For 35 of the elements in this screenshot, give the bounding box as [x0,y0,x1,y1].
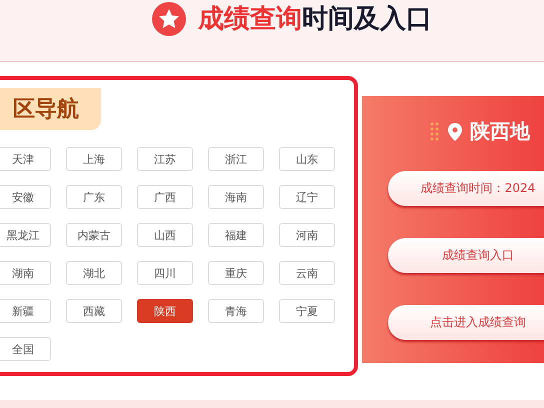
panel-title: 区导航 [0,88,101,130]
region-button[interactable]: 黑龙江 [0,223,51,247]
region-button[interactable]: 湖南 [0,261,51,285]
region-button[interactable]: 重庆 [208,261,264,285]
region-button[interactable]: 浙江 [208,147,264,171]
region-title: 陕西地 [470,118,530,145]
region-button[interactable]: 云南 [279,261,335,285]
link-button[interactable]: 点击进入成绩查询 [388,305,544,340]
link-button[interactable]: 成绩查询入口 [388,238,544,273]
region-button[interactable]: 福建 [208,223,264,247]
region-button[interactable]: 广东 [66,185,122,209]
region-button[interactable]: 天津 [0,147,51,171]
location-pin-icon [448,122,462,140]
region-button[interactable]: 内蒙古 [66,223,122,247]
region-button[interactable]: 青海 [208,299,264,323]
dot-grid-icon [430,120,440,142]
region-button[interactable]: 四川 [137,261,193,285]
region-button[interactable]: 宁夏 [279,299,335,323]
region-button[interactable]: 山东 [279,147,335,171]
region-button[interactable]: 海南 [208,185,264,209]
region-button[interactable]: 安徽 [0,185,51,209]
region-button[interactable]: 江苏 [137,147,193,171]
region-button[interactable]: 西藏 [66,299,122,323]
title-highlight: 成绩查询 [198,3,302,36]
region-button[interactable]: 广西 [137,185,193,209]
region-button[interactable]: 山西 [137,223,193,247]
title-text: 时间及入口 [302,3,432,36]
region-button[interactable]: 陕西 [137,299,193,323]
region-button[interactable]: 辽宁 [279,185,335,209]
link-button[interactable]: 成绩查询时间：2024 [388,171,544,206]
region-button[interactable]: 河南 [279,223,335,247]
region-button[interactable]: 上海 [66,147,122,171]
region-button[interactable]: 全国 [0,337,51,361]
region-button[interactable]: 新疆 [0,299,51,323]
region-button[interactable]: 湖北 [66,261,122,285]
